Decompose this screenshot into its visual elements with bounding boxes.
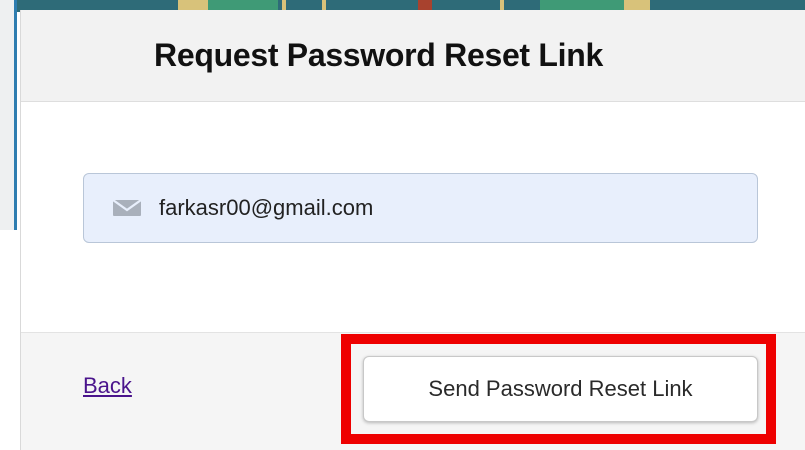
dialog-title: Request Password Reset Link: [154, 37, 603, 73]
backdrop-shade: [0, 230, 17, 450]
dialog-body: farkasr00@gmail.com: [21, 102, 805, 332]
backdrop-accent: [14, 0, 17, 230]
send-password-reset-button[interactable]: Send Password Reset Link: [363, 356, 758, 422]
email-field[interactable]: farkasr00@gmail.com: [83, 173, 758, 243]
backdrop-left-edge: [0, 0, 17, 450]
page: Request Password Reset Link farkasr00@gm…: [0, 0, 805, 450]
email-value: farkasr00@gmail.com: [159, 195, 374, 220]
dialog-header: Request Password Reset Link: [21, 10, 805, 102]
back-link[interactable]: Back: [83, 373, 132, 399]
dialog-footer: Back Send Password Reset Link: [21, 332, 805, 450]
password-reset-dialog: Request Password Reset Link farkasr00@gm…: [20, 10, 805, 450]
envelope-icon: [112, 198, 142, 218]
